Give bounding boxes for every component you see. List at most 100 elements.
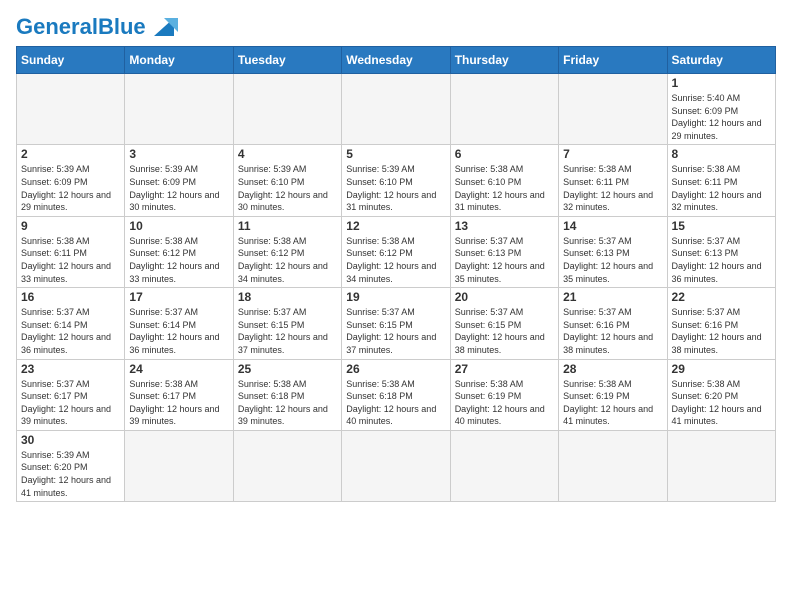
calendar-cell: 6Sunrise: 5:38 AM Sunset: 6:10 PM Daylig… (450, 145, 558, 216)
day-info: Sunrise: 5:39 AM Sunset: 6:09 PM Dayligh… (21, 163, 120, 213)
day-number: 19 (346, 290, 445, 304)
calendar-cell: 19 Sunrise: 5:37 AM Sunset: 6:15 PM Dayli… (342, 288, 450, 359)
calendar-cell: 21 Sunrise: 5:37 AM Sunset: 6:16 PM Dayli… (559, 288, 667, 359)
day-number: 21 (563, 290, 662, 304)
header: GeneralBlue (16, 16, 776, 38)
day-info: Sunrise: 5:39 AM Sunset: 6:20 PM Dayligh… (21, 449, 120, 499)
day-number: 12 (346, 219, 445, 233)
day-info: Sunrise: 5:38 AM Sunset: 6:11 PM Dayligh… (672, 163, 771, 213)
calendar: SundayMondayTuesdayWednesdayThursdayFrid… (16, 46, 776, 502)
calendar-week-row: 9Sunrise: 5:38 AM Sunset: 6:11 PM Daylig… (17, 216, 776, 287)
day-number: 27 (455, 362, 554, 376)
calendar-cell (450, 430, 558, 501)
col-header-sunday: Sunday (17, 47, 125, 74)
col-header-tuesday: Tuesday (233, 47, 341, 74)
calendar-cell: 20Sunrise: 5:37 AM Sunset: 6:15 PM Dayli… (450, 288, 558, 359)
calendar-cell: 14 Sunrise: 5:37 AM Sunset: 6:13 PM Dayli… (559, 216, 667, 287)
day-number: 25 (238, 362, 337, 376)
calendar-cell: 9Sunrise: 5:38 AM Sunset: 6:11 PM Daylig… (17, 216, 125, 287)
day-info: Sunrise: 5:38 AM Sunset: 6:12 PM Dayligh… (346, 235, 445, 285)
calendar-cell: 28 Sunrise: 5:38 AM Sunset: 6:19 PM Dayli… (559, 359, 667, 430)
calendar-cell (17, 74, 125, 145)
day-info: Sunrise: 5:38 AM Sunset: 6:19 PM Dayligh… (455, 378, 554, 428)
calendar-cell (559, 430, 667, 501)
calendar-cell: 5Sunrise: 5:39 AM Sunset: 6:10 PM Daylig… (342, 145, 450, 216)
logo: GeneralBlue (16, 16, 178, 38)
day-number: 8 (672, 147, 771, 161)
day-info: Sunrise: 5:37 AM Sunset: 6:15 PM Dayligh… (346, 306, 445, 356)
day-number: 16 (21, 290, 120, 304)
calendar-cell: 8 Sunrise: 5:38 AM Sunset: 6:11 PM Daylig… (667, 145, 775, 216)
calendar-cell: 29Sunrise: 5:38 AM Sunset: 6:20 PM Dayli… (667, 359, 775, 430)
logo-blue: Blue (98, 14, 146, 39)
calendar-week-row: 1 Sunrise: 5:40 AM Sunset: 6:09 PM Daylig… (17, 74, 776, 145)
day-number: 24 (129, 362, 228, 376)
day-info: Sunrise: 5:38 AM Sunset: 6:11 PM Dayligh… (563, 163, 662, 213)
calendar-cell: 1 Sunrise: 5:40 AM Sunset: 6:09 PM Daylig… (667, 74, 775, 145)
calendar-cell: 13 Sunrise: 5:37 AM Sunset: 6:13 PM Dayli… (450, 216, 558, 287)
day-info: Sunrise: 5:40 AM Sunset: 6:09 PM Dayligh… (672, 92, 771, 142)
day-info: Sunrise: 5:38 AM Sunset: 6:18 PM Dayligh… (238, 378, 337, 428)
day-number: 10 (129, 219, 228, 233)
day-number: 3 (129, 147, 228, 161)
calendar-cell (233, 430, 341, 501)
calendar-cell: 23 Sunrise: 5:37 AM Sunset: 6:17 PM Dayli… (17, 359, 125, 430)
day-info: Sunrise: 5:37 AM Sunset: 6:13 PM Dayligh… (563, 235, 662, 285)
day-info: Sunrise: 5:37 AM Sunset: 6:13 PM Dayligh… (672, 235, 771, 285)
day-number: 23 (21, 362, 120, 376)
calendar-cell (125, 430, 233, 501)
logo-text: GeneralBlue (16, 16, 146, 38)
day-info: Sunrise: 5:37 AM Sunset: 6:16 PM Dayligh… (563, 306, 662, 356)
calendar-cell: 7 Sunrise: 5:38 AM Sunset: 6:11 PM Daylig… (559, 145, 667, 216)
col-header-thursday: Thursday (450, 47, 558, 74)
calendar-cell (125, 74, 233, 145)
day-number: 5 (346, 147, 445, 161)
day-info: Sunrise: 5:38 AM Sunset: 6:11 PM Dayligh… (21, 235, 120, 285)
day-info: Sunrise: 5:38 AM Sunset: 6:19 PM Dayligh… (563, 378, 662, 428)
day-info: Sunrise: 5:39 AM Sunset: 6:10 PM Dayligh… (238, 163, 337, 213)
day-info: Sunrise: 5:39 AM Sunset: 6:09 PM Dayligh… (129, 163, 228, 213)
calendar-cell: 12 Sunrise: 5:38 AM Sunset: 6:12 PM Dayli… (342, 216, 450, 287)
day-number: 11 (238, 219, 337, 233)
calendar-header-row: SundayMondayTuesdayWednesdayThursdayFrid… (17, 47, 776, 74)
calendar-cell: 2 Sunrise: 5:39 AM Sunset: 6:09 PM Daylig… (17, 145, 125, 216)
day-number: 7 (563, 147, 662, 161)
calendar-cell: 10 Sunrise: 5:38 AM Sunset: 6:12 PM Dayli… (125, 216, 233, 287)
day-info: Sunrise: 5:37 AM Sunset: 6:13 PM Dayligh… (455, 235, 554, 285)
day-number: 1 (672, 76, 771, 90)
calendar-cell (667, 430, 775, 501)
calendar-cell (559, 74, 667, 145)
day-info: Sunrise: 5:37 AM Sunset: 6:17 PM Dayligh… (21, 378, 120, 428)
calendar-week-row: 16 Sunrise: 5:37 AM Sunset: 6:14 PM Dayli… (17, 288, 776, 359)
calendar-cell: 3 Sunrise: 5:39 AM Sunset: 6:09 PM Daylig… (125, 145, 233, 216)
calendar-cell: 27 Sunrise: 5:38 AM Sunset: 6:19 PM Dayli… (450, 359, 558, 430)
calendar-week-row: 30Sunrise: 5:39 AM Sunset: 6:20 PM Dayli… (17, 430, 776, 501)
logo-icon (150, 14, 178, 38)
calendar-cell: 30Sunrise: 5:39 AM Sunset: 6:20 PM Dayli… (17, 430, 125, 501)
calendar-cell: 25 Sunrise: 5:38 AM Sunset: 6:18 PM Dayli… (233, 359, 341, 430)
day-info: Sunrise: 5:37 AM Sunset: 6:15 PM Dayligh… (455, 306, 554, 356)
day-number: 26 (346, 362, 445, 376)
day-number: 6 (455, 147, 554, 161)
calendar-cell: 16 Sunrise: 5:37 AM Sunset: 6:14 PM Dayli… (17, 288, 125, 359)
calendar-cell: 4Sunrise: 5:39 AM Sunset: 6:10 PM Daylig… (233, 145, 341, 216)
day-info: Sunrise: 5:37 AM Sunset: 6:14 PM Dayligh… (21, 306, 120, 356)
day-info: Sunrise: 5:37 AM Sunset: 6:15 PM Dayligh… (238, 306, 337, 356)
day-info: Sunrise: 5:38 AM Sunset: 6:12 PM Dayligh… (129, 235, 228, 285)
day-number: 2 (21, 147, 120, 161)
col-header-wednesday: Wednesday (342, 47, 450, 74)
day-number: 28 (563, 362, 662, 376)
day-info: Sunrise: 5:38 AM Sunset: 6:20 PM Dayligh… (672, 378, 771, 428)
day-number: 18 (238, 290, 337, 304)
day-info: Sunrise: 5:38 AM Sunset: 6:17 PM Dayligh… (129, 378, 228, 428)
day-number: 13 (455, 219, 554, 233)
day-number: 14 (563, 219, 662, 233)
col-header-saturday: Saturday (667, 47, 775, 74)
calendar-cell: 15Sunrise: 5:37 AM Sunset: 6:13 PM Dayli… (667, 216, 775, 287)
calendar-cell (450, 74, 558, 145)
calendar-cell: 18 Sunrise: 5:37 AM Sunset: 6:15 PM Dayli… (233, 288, 341, 359)
day-info: Sunrise: 5:38 AM Sunset: 6:18 PM Dayligh… (346, 378, 445, 428)
logo-general: General (16, 14, 98, 39)
day-number: 17 (129, 290, 228, 304)
calendar-cell: 11Sunrise: 5:38 AM Sunset: 6:12 PM Dayli… (233, 216, 341, 287)
